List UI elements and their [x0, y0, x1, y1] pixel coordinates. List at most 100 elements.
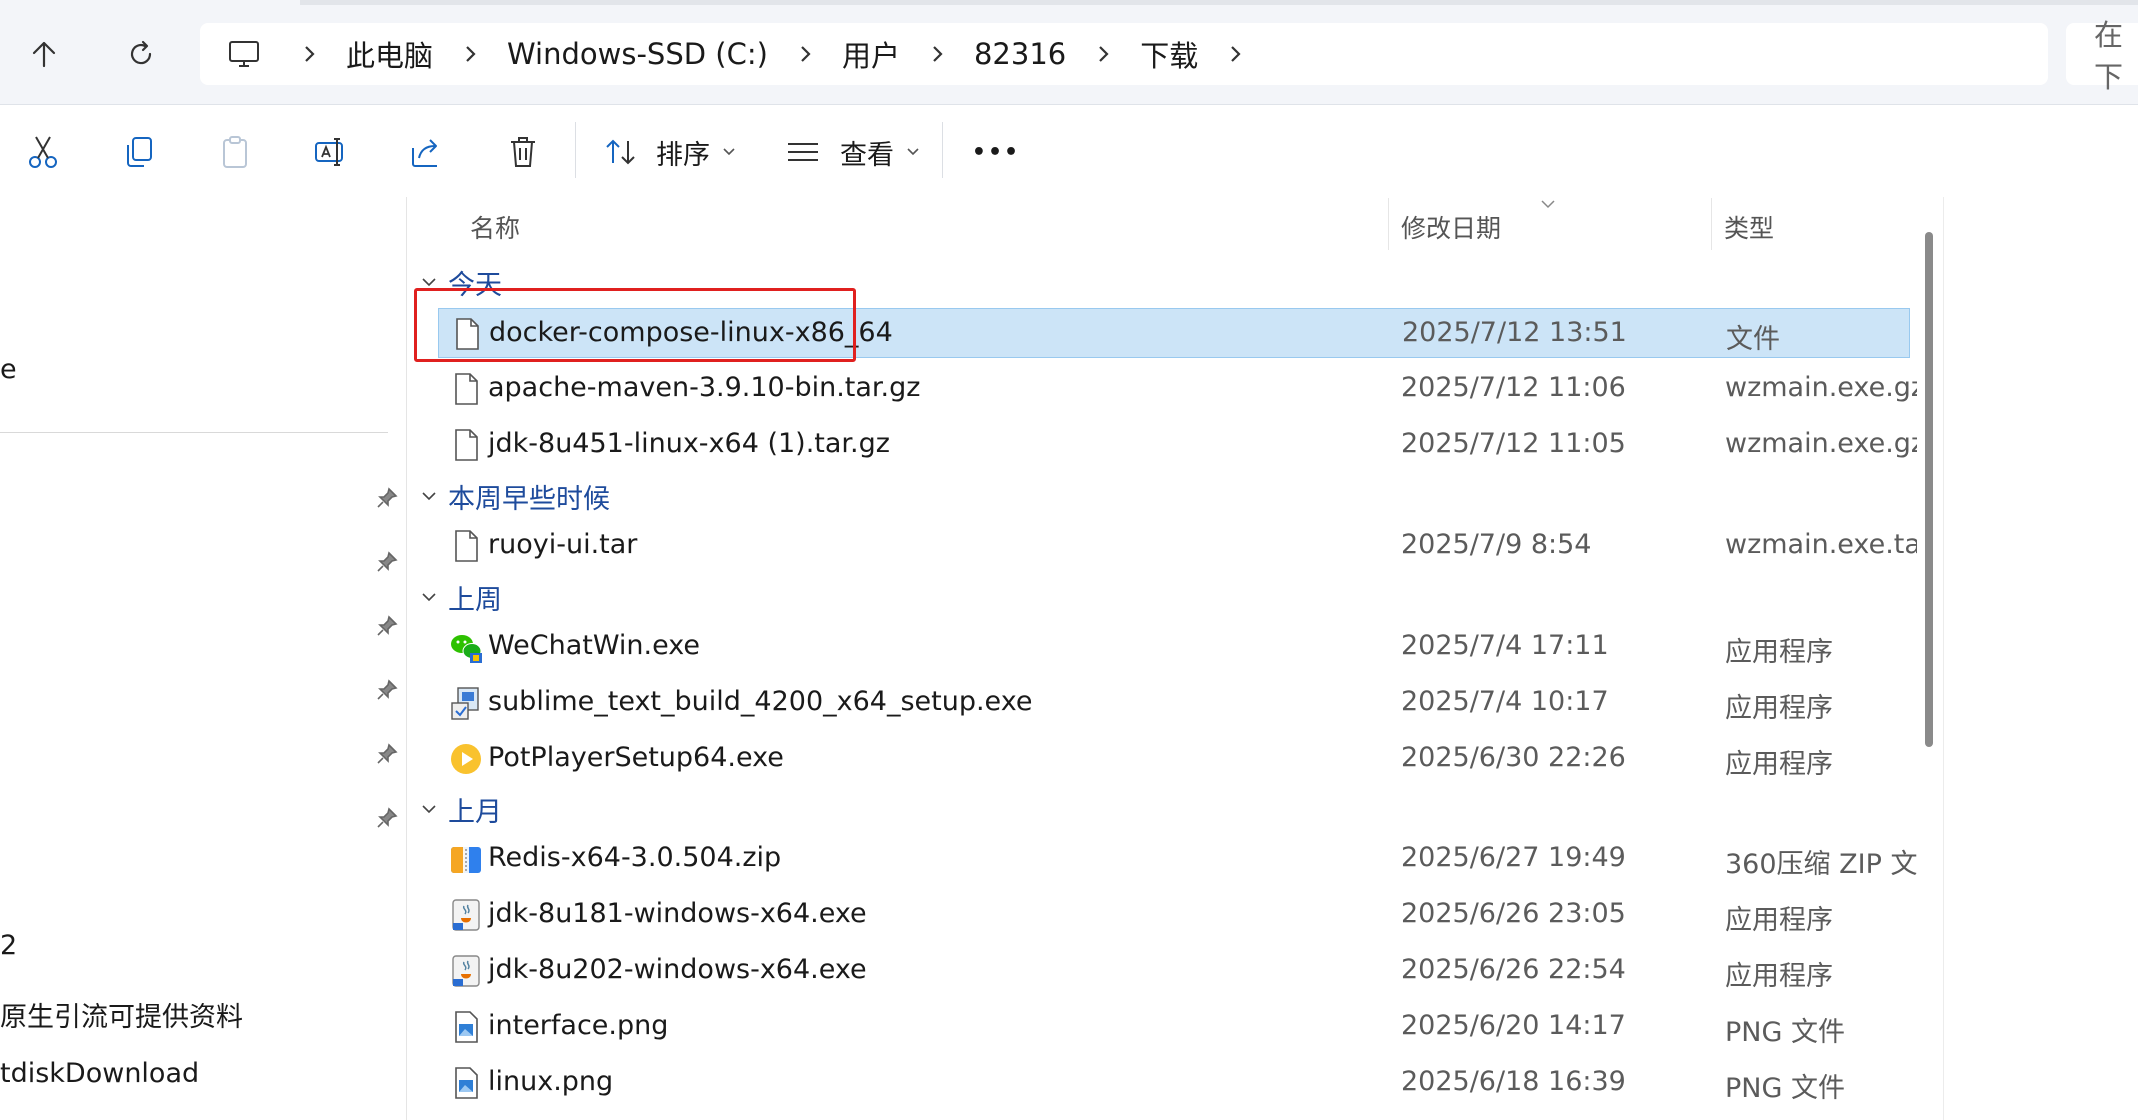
- breadcrumb-separator[interactable]: [435, 44, 505, 64]
- breadcrumb-separator[interactable]: [274, 44, 344, 64]
- breadcrumb-separator[interactable]: [902, 44, 972, 64]
- column-header-date[interactable]: 修改日期: [1401, 209, 1501, 245]
- generic-file-icon: [455, 429, 478, 461]
- view-button[interactable]: 查看: [786, 128, 920, 176]
- file-row[interactable]: jdk-8u202-windows-x64.exe 2025/6/26 22:5…: [438, 946, 1910, 996]
- installer-icon: [451, 687, 479, 720]
- address-bar[interactable]: 此电脑 Windows-SSD (C:) 用户 82316 下载: [200, 23, 2048, 85]
- chevron-down-icon: [907, 148, 919, 156]
- pin-icon[interactable]: [372, 483, 402, 513]
- file-date: 2025/6/26 22:54: [1401, 954, 1626, 985]
- file-row[interactable]: PotPlayerSetup64.exe 2025/6/30 22:26 应用程…: [438, 734, 1910, 784]
- nav-item-partial[interactable]: tdiskDownload: [0, 1058, 199, 1089]
- file-row[interactable]: ruoyi-ui.tar 2025/7/9 8:54 wzmain.exe.ta…: [438, 521, 1932, 571]
- breadcrumb-downloads[interactable]: 下载: [1138, 33, 1200, 75]
- file-date: 2025/7/4 17:11: [1401, 630, 1609, 661]
- refresh-icon: [130, 40, 152, 65]
- zip-archive-icon: [451, 847, 481, 873]
- file-name: linux.png: [488, 1066, 614, 1097]
- paste-button[interactable]: [207, 124, 263, 180]
- breadcrumb-separator[interactable]: [1068, 44, 1138, 64]
- generic-file-icon: [455, 530, 478, 562]
- chevron-right-icon: [466, 46, 476, 62]
- file-date: 2025/6/30 22:26: [1401, 742, 1626, 773]
- breadcrumb-user-folder[interactable]: 82316: [972, 37, 1068, 71]
- cut-button[interactable]: [15, 124, 71, 180]
- monitor-icon: [229, 41, 259, 67]
- file-row[interactable]: linux.png 2025/6/18 16:39 PNG 文件: [438, 1058, 1910, 1108]
- group-label: 本周早些时候: [448, 483, 610, 515]
- chevron-down-icon: [422, 805, 436, 814]
- file-type: 应用程序: [1725, 637, 1833, 668]
- file-name: sublime_text_build_4200_x64_setup.exe: [488, 686, 1033, 717]
- column-header-type[interactable]: 类型: [1724, 209, 1774, 245]
- breadcrumb-drive[interactable]: Windows-SSD (C:): [505, 37, 770, 71]
- group-header-earlier-this-week[interactable]: 本周早些时候: [420, 474, 610, 518]
- pin-icon[interactable]: [372, 739, 402, 769]
- scrollbar-thumb[interactable]: [1925, 232, 1933, 747]
- toolbar-divider: [942, 122, 943, 178]
- file-row[interactable]: sublime_text_build_4200_x64_setup.exe 20…: [438, 678, 1910, 728]
- this-pc-crumb-icon[interactable]: [214, 39, 274, 69]
- group-label: 上周: [448, 584, 502, 616]
- group-header-last-week[interactable]: 上周: [420, 575, 502, 619]
- file-type: 应用程序: [1725, 961, 1833, 992]
- copy-button[interactable]: [111, 124, 167, 180]
- group-header-last-month[interactable]: 上月: [420, 787, 502, 831]
- image-file-icon: [455, 1067, 478, 1099]
- java-installer-icon: [452, 899, 480, 931]
- chevron-right-icon: [305, 46, 315, 62]
- nav-item-partial[interactable]: e: [0, 354, 17, 385]
- search-box[interactable]: 在 下: [2066, 18, 2138, 94]
- column-header-name[interactable]: 名称: [470, 209, 520, 245]
- breadcrumb-separator[interactable]: [770, 44, 840, 64]
- file-name: apache-maven-3.9.10-bin.tar.gz: [488, 372, 921, 403]
- file-type: PNG 文件: [1725, 1017, 1845, 1048]
- file-row[interactable]: jdk-8u181-windows-x64.exe 2025/6/26 23:0…: [438, 890, 1910, 940]
- delete-button[interactable]: [495, 124, 551, 180]
- pin-icon[interactable]: [372, 803, 402, 833]
- file-row[interactable]: Redis-x64-3.0.504.zip 2025/6/27 19:49 36…: [438, 834, 1944, 884]
- chevron-down-icon: [723, 148, 735, 156]
- breadcrumb-separator[interactable]: [1200, 44, 1270, 64]
- pin-icon[interactable]: [372, 675, 402, 705]
- breadcrumb-users[interactable]: 用户: [840, 33, 902, 75]
- clipboard-icon: [223, 136, 247, 168]
- up-button[interactable]: [16, 26, 72, 82]
- file-date: 2025/6/27 19:49: [1401, 842, 1626, 873]
- toolbar-divider: [575, 122, 576, 178]
- nav-item-partial[interactable]: 原生引流可提供资料: [0, 995, 243, 1034]
- chevron-right-icon: [1099, 46, 1109, 62]
- file-type: 应用程序: [1725, 749, 1833, 780]
- file-type: PNG 文件: [1725, 1073, 1845, 1104]
- file-row[interactable]: interface.png 2025/6/20 14:17 PNG 文件: [438, 1002, 1910, 1052]
- breadcrumb-this-pc[interactable]: 此电脑: [344, 33, 435, 75]
- file-date: 2025/7/12 11:05: [1401, 428, 1626, 459]
- window-top-strip: [300, 0, 2138, 5]
- more-options-button[interactable]: •••: [968, 128, 1024, 176]
- nav-item-partial[interactable]: 2: [0, 930, 17, 961]
- file-type: wzmain.exe.gz: [1725, 428, 1926, 459]
- rename-button[interactable]: [303, 124, 359, 180]
- file-row[interactable]: jdk-8u451-linux-x64 (1).tar.gz 2025/7/12…: [438, 420, 1925, 470]
- list-view-icon: [788, 143, 818, 161]
- file-date: 2025/6/26 23:05: [1401, 898, 1626, 929]
- refresh-button[interactable]: [113, 26, 169, 82]
- file-name: jdk-8u181-windows-x64.exe: [488, 898, 867, 929]
- sort-button[interactable]: 排序: [604, 128, 736, 176]
- file-row[interactable]: WeChatWin.exe 2025/7/4 17:11 应用程序: [438, 622, 1910, 672]
- file-row[interactable]: apache-maven-3.9.10-bin.tar.gz 2025/7/12…: [438, 364, 1925, 414]
- share-button[interactable]: [399, 124, 455, 180]
- pin-icon[interactable]: [372, 611, 402, 641]
- file-date: 2025/6/20 14:17: [1401, 1010, 1626, 1041]
- file-name: jdk-8u202-windows-x64.exe: [488, 954, 867, 985]
- pin-icon[interactable]: [372, 547, 402, 577]
- column-divider[interactable]: [1388, 198, 1389, 250]
- file-type: 应用程序: [1725, 905, 1833, 936]
- sort-icon: [606, 139, 635, 165]
- column-divider[interactable]: [1711, 198, 1712, 250]
- more-icon: •••: [971, 139, 1021, 165]
- search-placeholder: 在 下: [2094, 18, 2124, 94]
- file-type: 文件: [1726, 324, 1780, 355]
- java-installer-icon: [452, 955, 480, 987]
